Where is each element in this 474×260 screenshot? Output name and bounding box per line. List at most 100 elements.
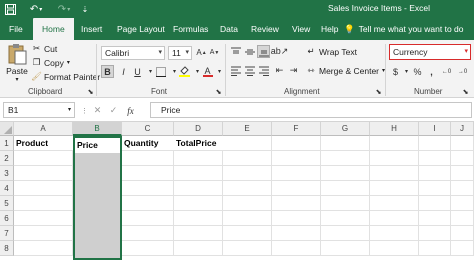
select-all-corner[interactable]: [0, 122, 14, 136]
column-header-f[interactable]: F: [272, 122, 321, 136]
comma-style-button[interactable]: ,: [425, 65, 438, 78]
cell[interactable]: [370, 151, 419, 166]
cell[interactable]: [321, 166, 370, 181]
cell[interactable]: [14, 211, 73, 226]
cell[interactable]: [321, 211, 370, 226]
cell[interactable]: [419, 211, 451, 226]
cell[interactable]: [321, 196, 370, 211]
row-header-3[interactable]: 3: [0, 166, 14, 181]
cell-d1[interactable]: TotalPrice: [174, 136, 223, 151]
column-header-i[interactable]: I: [419, 122, 451, 136]
worksheet-grid[interactable]: A B C D E F G H I J 1 2 3 4 5 6 7 8 Prod…: [0, 122, 474, 260]
decrease-font-size-icon[interactable]: A ▼: [208, 46, 221, 59]
tab-formulas[interactable]: Formulas: [173, 18, 208, 40]
name-box[interactable]: B1 ▾: [3, 102, 75, 118]
cell[interactable]: [174, 241, 223, 256]
row-header-1[interactable]: 1: [0, 136, 14, 151]
wrap-text-button[interactable]: ↵ Wrap Text: [305, 46, 357, 57]
cell[interactable]: [14, 181, 73, 196]
cell[interactable]: [14, 226, 73, 241]
row-header-5[interactable]: 5: [0, 196, 14, 211]
column-header-e[interactable]: E: [223, 122, 272, 136]
column-header-g[interactable]: G: [321, 122, 370, 136]
cell[interactable]: [174, 211, 223, 226]
cell-b1[interactable]: Price: [75, 138, 120, 153]
increase-indent-icon[interactable]: ⇥: [287, 64, 300, 77]
align-bottom-icon[interactable]: [257, 45, 270, 58]
cell[interactable]: [419, 136, 451, 151]
cell[interactable]: [223, 181, 272, 196]
orientation-icon[interactable]: ab↗: [271, 45, 289, 58]
cell[interactable]: [272, 241, 321, 256]
customize-qat-icon[interactable]: ⇣: [80, 2, 90, 16]
number-launcher-icon[interactable]: ⬊: [459, 85, 472, 98]
percent-style-button[interactable]: %: [411, 65, 424, 78]
cell[interactable]: [370, 241, 419, 256]
decrease-indent-icon[interactable]: ⇤: [273, 64, 286, 77]
cell[interactable]: [174, 166, 223, 181]
cell[interactable]: [451, 151, 474, 166]
copy-button[interactable]: ❐ Copy ▾: [31, 57, 70, 68]
cell[interactable]: [451, 181, 474, 196]
tab-data[interactable]: Data: [220, 18, 238, 40]
cell[interactable]: [272, 181, 321, 196]
underline-button[interactable]: U: [131, 65, 144, 78]
merge-center-button[interactable]: ⇿ Merge & Center ▾: [305, 65, 385, 76]
tab-view[interactable]: View: [292, 18, 310, 40]
column-header-a[interactable]: A: [14, 122, 73, 136]
cell[interactable]: [419, 181, 451, 196]
cell[interactable]: [419, 241, 451, 256]
column-header-b[interactable]: B: [73, 122, 122, 136]
cell[interactable]: [122, 211, 174, 226]
cell[interactable]: [223, 166, 272, 181]
cell[interactable]: [272, 211, 321, 226]
cell[interactable]: [321, 181, 370, 196]
cell[interactable]: [272, 196, 321, 211]
tab-page-layout[interactable]: Page Layout: [117, 18, 165, 40]
fill-color-icon[interactable]: [178, 65, 191, 78]
cell[interactable]: [370, 196, 419, 211]
cell[interactable]: [223, 226, 272, 241]
cell[interactable]: [370, 136, 419, 151]
formula-input[interactable]: Price: [150, 102, 472, 118]
cell[interactable]: [419, 151, 451, 166]
cell[interactable]: [174, 151, 223, 166]
decrease-decimal-icon[interactable]: →0: [456, 65, 469, 78]
tab-file[interactable]: File: [9, 18, 23, 40]
cell[interactable]: [14, 151, 73, 166]
cell[interactable]: [370, 181, 419, 196]
cell[interactable]: [419, 196, 451, 211]
font-size-select[interactable]: 11 ▾: [168, 46, 192, 60]
cell[interactable]: [122, 151, 174, 166]
align-right-icon[interactable]: [257, 64, 270, 77]
column-header-j[interactable]: J: [451, 122, 474, 136]
cell[interactable]: [272, 166, 321, 181]
cell[interactable]: [174, 181, 223, 196]
bold-button[interactable]: B: [101, 65, 114, 78]
cell[interactable]: [451, 166, 474, 181]
enter-entry-icon[interactable]: ✓: [107, 104, 120, 117]
cell[interactable]: [321, 136, 370, 151]
cell[interactable]: [223, 196, 272, 211]
cell[interactable]: [122, 166, 174, 181]
save-icon[interactable]: [2, 2, 18, 16]
number-format-select[interactable]: Currency ▾: [389, 44, 471, 60]
cell[interactable]: [370, 166, 419, 181]
align-center-icon[interactable]: [243, 64, 256, 77]
tab-help[interactable]: Help: [321, 18, 338, 40]
font-launcher-icon[interactable]: ⬊: [212, 85, 225, 98]
tab-home[interactable]: Home: [33, 18, 74, 40]
cell-a1[interactable]: Product: [14, 136, 73, 151]
cell[interactable]: [174, 196, 223, 211]
cell[interactable]: [14, 166, 73, 181]
increase-font-size-icon[interactable]: A ▲: [195, 46, 208, 59]
column-header-h[interactable]: H: [370, 122, 419, 136]
cell[interactable]: [321, 226, 370, 241]
cell[interactable]: [272, 151, 321, 166]
cell[interactable]: [122, 196, 174, 211]
align-top-icon[interactable]: [229, 45, 242, 58]
cell[interactable]: [122, 241, 174, 256]
cell[interactable]: [122, 226, 174, 241]
row-header-4[interactable]: 4: [0, 181, 14, 196]
font-name-select[interactable]: Calibri ▾: [101, 46, 165, 60]
